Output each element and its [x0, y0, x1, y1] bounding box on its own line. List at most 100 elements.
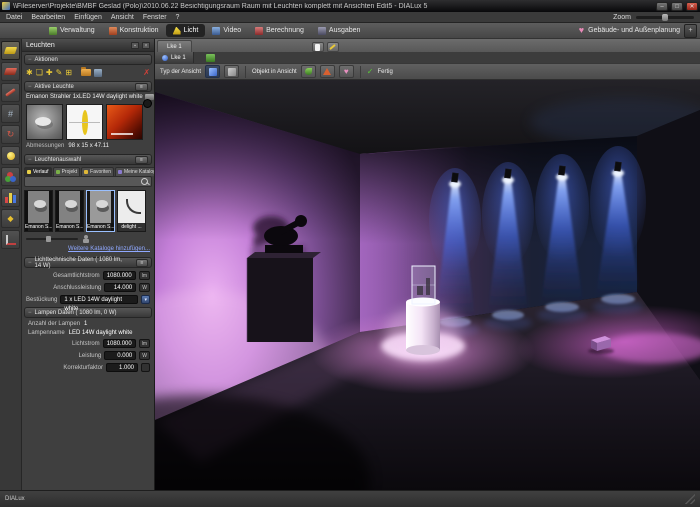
view-2d-button[interactable] — [224, 65, 240, 78]
tab-favoriten-label: Favoriten — [90, 169, 111, 175]
section-aktive-leuchte-header[interactable]: − Aktive Leuchte ≡ — [24, 81, 152, 92]
menu-einfuegen[interactable]: Einfügen — [74, 14, 102, 21]
photometric-curve-thumbnail[interactable] — [66, 104, 103, 140]
viewport-3d-scene[interactable] — [155, 80, 700, 490]
add-luminaire-icon[interactable]: ✚ — [46, 68, 53, 77]
lichtstrom-input[interactable]: 1080.000 — [102, 339, 136, 348]
tab-verwaltung[interactable]: Verwaltung — [42, 23, 102, 38]
tab-verwaltung-label: Verwaltung — [60, 27, 95, 34]
anzahl-label: Anzahl der Lampen — [28, 321, 81, 327]
list-item-emanon-3-selected[interactable]: Emanon S... — [86, 190, 115, 232]
bulb-tool-button[interactable] — [1, 146, 20, 165]
new-page-button[interactable] — [311, 42, 324, 52]
panel-close-button[interactable]: × — [142, 41, 150, 49]
luminaire-list: Emanon S... Emanon S... Emanon S... deli… — [22, 187, 154, 233]
building-planning-button[interactable]: Gebäude- und Außenplanung — [588, 27, 680, 34]
chart-tool-button[interactable] — [1, 188, 20, 207]
korrekturfaktor-input[interactable]: 1.000 — [106, 363, 138, 372]
section-options-button[interactable]: ≡ — [135, 82, 148, 91]
tab-berechnung[interactable]: Berechnung — [248, 23, 311, 38]
product-image-thumbnail[interactable] — [106, 104, 143, 140]
field-bestueckung: Bestückung 1 x LED 14W daylight white ▾ — [26, 295, 150, 312]
section-options-button[interactable]: ≡ — [136, 258, 148, 267]
bestueckung-select[interactable]: 1 x LED 14W daylight white — [60, 295, 139, 312]
arrange-luminaire-icon[interactable]: ⊞ — [65, 68, 72, 77]
luminaire-photo-thumbnail[interactable] — [26, 104, 63, 140]
view-tab-active[interactable]: Lke 1 — [155, 52, 194, 63]
minimize-button[interactable]: – — [656, 1, 668, 11]
tab-projekt[interactable]: Projekt — [52, 167, 81, 176]
thumbnail-size-slider[interactable] — [26, 236, 78, 242]
menu-fenster[interactable]: Fenster — [143, 14, 167, 21]
menu-datei[interactable]: Datei — [6, 14, 22, 21]
toolbar-divider — [245, 65, 247, 78]
list-item-emanon-1[interactable]: Emanon S... — [24, 190, 53, 232]
licht-icon — [172, 26, 181, 35]
tool-strip: # ↻ ◆ — [0, 39, 22, 490]
zoom-slider[interactable] — [636, 13, 694, 21]
section-lampen-daten-header[interactable]: − Lampen Daten ( 1080 lm, 0 W) — [24, 307, 152, 318]
copy-luminaire-icon[interactable]: ❏ — [36, 68, 43, 77]
building-add-button[interactable]: + — [684, 23, 697, 38]
menu-help[interactable]: ? — [176, 14, 180, 21]
field-korrekturfaktor: Korrekturfaktor 1.000 — [26, 363, 150, 372]
close-button[interactable]: ✕ — [686, 1, 698, 11]
plant-icon — [304, 68, 312, 75]
done-button[interactable]: Fertig — [377, 69, 392, 75]
list-item-delight[interactable]: delight ... — [117, 190, 146, 232]
show-furniture-button[interactable] — [300, 65, 316, 78]
section-leuchtenauswahl-header[interactable]: − Leuchtenauswahl ≡ — [24, 154, 152, 165]
tab-favoriten[interactable]: Favoriten — [81, 167, 114, 176]
thumbnail-size-row — [22, 233, 154, 245]
anschlussleistung-input[interactable]: 14.000 — [104, 283, 137, 292]
panel-nav-dot[interactable] — [143, 99, 152, 108]
menu-ansicht[interactable]: Ansicht — [111, 14, 134, 21]
section-aktionen-title: Aktionen — [34, 56, 58, 63]
rotate-tool-button[interactable]: ↻ — [1, 125, 20, 144]
view-3d-button[interactable] — [205, 65, 221, 78]
show-favorites-button[interactable]: ♥ — [338, 65, 354, 78]
diamond-tool-button[interactable]: ◆ — [1, 209, 20, 228]
grid-tool-button[interactable]: # — [1, 104, 20, 123]
tab-licht[interactable]: Licht — [165, 24, 206, 37]
chevron-down-icon[interactable]: ▾ — [141, 295, 150, 304]
add-view-button[interactable] — [205, 53, 215, 62]
add-catalogs-link[interactable]: Weitere Kataloge hinzufügen... — [22, 245, 154, 255]
tab-verlauf[interactable]: Verlauf — [24, 167, 52, 176]
edit-view-button[interactable] — [326, 42, 339, 52]
document-tab[interactable]: Lke 1 — [157, 40, 192, 52]
maximize-button[interactable]: □ — [671, 1, 683, 11]
wrench-tool-button[interactable] — [1, 83, 20, 102]
luminaire-red-tool-button[interactable] — [1, 62, 20, 81]
list-item-label: delight ... — [118, 223, 145, 231]
leistung-input[interactable]: 0.000 — [104, 351, 137, 360]
resize-grip[interactable] — [685, 494, 695, 504]
color-wheel-tool-button[interactable] — [1, 167, 20, 186]
tab-ausgaben[interactable]: Ausgaben — [311, 23, 368, 38]
luminaire-tool-button[interactable] — [1, 41, 20, 60]
edit-luminaire-icon[interactable]: ✎ — [56, 68, 63, 77]
panel-pin-button[interactable]: ▪ — [131, 41, 139, 49]
thumbnail-size-thumb[interactable] — [46, 236, 51, 242]
menu-bearbeiten[interactable]: Bearbeiten — [31, 14, 65, 21]
gesamtlichtstrom-input[interactable]: 1080.000 — [102, 271, 136, 280]
scene-render — [155, 80, 700, 490]
section-aktionen-header[interactable]: − Aktionen — [24, 54, 152, 65]
list-item-emanon-2[interactable]: Emanon S... — [55, 190, 84, 232]
search-input[interactable] — [28, 177, 141, 186]
section-options-button[interactable]: ≡ — [135, 155, 148, 164]
anzahl-lampen-row: Anzahl der Lampen 1 — [28, 321, 148, 327]
tab-meine-kataloge[interactable]: Meine Kataloge — [114, 167, 154, 176]
show-cones-button[interactable] — [319, 65, 335, 78]
tab-video[interactable]: Video — [205, 23, 248, 38]
search-icon[interactable] — [141, 178, 148, 185]
axes-tool-button[interactable] — [1, 230, 20, 249]
zoom-slider-thumb[interactable] — [662, 13, 668, 21]
folder-icon[interactable] — [80, 67, 91, 76]
tab-konstruktion[interactable]: Konstruktion — [102, 23, 166, 38]
section-licht-daten-header[interactable]: − Lichttechnische Daten ( 1080 lm, 14 W)… — [24, 257, 152, 269]
new-luminaire-icon[interactable]: ✱ — [26, 68, 33, 77]
delete-icon[interactable]: ✗ — [143, 68, 150, 77]
box-icon[interactable] — [93, 68, 102, 77]
luminaire-panel: Leuchten ▪ × − Aktionen ✱ ❏ ✚ ✎ ⊞ ✗ − Ak… — [22, 39, 155, 490]
